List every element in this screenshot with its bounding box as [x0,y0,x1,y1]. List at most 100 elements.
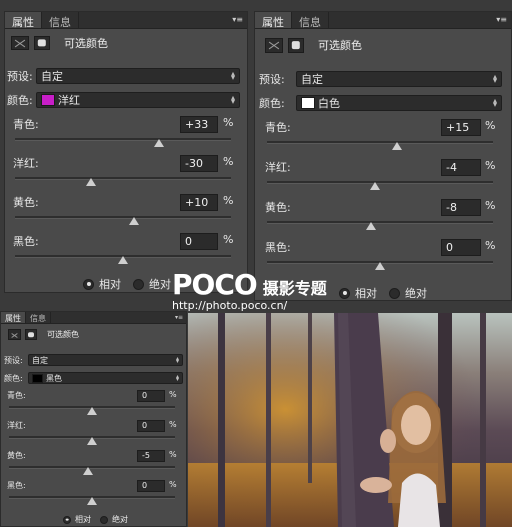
percent-unit: % [169,420,177,429]
slider-thumb[interactable] [86,178,96,186]
slider-thumb[interactable] [154,139,164,147]
slider-value-input[interactable]: 0 [137,480,165,492]
panel-header: 可选颜色 [8,329,79,340]
select-arrows-icon: ▴ ▾ [230,92,235,106]
tab-info[interactable]: 信息 [26,312,51,323]
panel-tabs: 属性 信息 ▾≡ [5,12,247,29]
slider-label: 洋红: [13,157,39,170]
select-arrows-icon: ▴ ▾ [230,68,235,82]
watermark-brand: POCO [172,268,258,301]
slider-value-input[interactable]: 0 [180,233,218,250]
preset-select[interactable]: 自定 ▴ ▾ [28,354,183,366]
poco-watermark: POCO 摄影专题 http://photo.poco.cn/ [172,268,327,312]
percent-unit: % [223,155,234,168]
preset-value: 自定 [301,73,323,86]
slider-label: 青色: [13,118,39,131]
absolute-radio[interactable] [100,515,108,524]
relative-radio[interactable] [339,287,350,299]
absolute-radio[interactable] [389,287,400,299]
color-select[interactable]: 黑色 ▴ ▾ [28,372,183,384]
slider-thumb[interactable] [87,497,97,505]
slider-track[interactable] [15,138,231,141]
mode-radio-group: 相对 绝对 [339,285,427,300]
slider-label: 黑色: [265,241,291,254]
color-value: 白色 [318,97,340,110]
percent-unit: % [169,450,177,459]
slider-label: 青色: [7,391,26,400]
tab-info[interactable]: 信息 [42,12,79,29]
slider-label: 黄色: [265,201,291,214]
color-label: 颜色: [7,94,33,107]
slider-thumb[interactable] [370,182,380,190]
slider-track[interactable] [15,177,231,180]
slider-label: 青色: [265,121,291,134]
panel-menu-icon[interactable]: ▾≡ [492,12,511,28]
relative-label: 相对 [75,515,91,524]
slider-value-input[interactable]: +15 [441,119,481,136]
preset-select[interactable]: 自定 ▴ ▾ [296,71,502,87]
slider-track[interactable] [267,181,493,184]
slider-thumb[interactable] [392,142,402,150]
select-arrows-icon: ▴ ▾ [175,354,179,365]
absolute-label: 绝对 [405,287,427,300]
slider-thumb[interactable] [366,222,376,230]
slider-track[interactable] [15,216,231,219]
slider-row: 黄色: +10% [5,194,247,233]
slider-value-input[interactable]: -30 [180,155,218,172]
percent-unit: % [169,390,177,399]
tab-properties[interactable]: 属性 [5,12,42,29]
slider-thumb[interactable] [83,467,93,475]
tab-properties[interactable]: 属性 [255,12,292,29]
mask-icon[interactable] [34,36,50,50]
color-select[interactable]: 白色 ▴ ▾ [296,95,502,111]
absolute-radio[interactable] [133,278,144,290]
mask-icon[interactable] [288,37,304,53]
slider-row: 青色: +15% [255,119,511,159]
percent-unit: % [223,116,234,129]
slider-thumb[interactable] [118,256,128,264]
slider-row: 洋红: -30% [5,155,247,194]
slider-track[interactable] [267,221,493,224]
slider-value-input[interactable]: -8 [441,199,481,216]
panel-title: 可选颜色 [318,39,362,52]
relative-radio[interactable] [83,278,94,290]
slider-thumb[interactable] [129,217,139,225]
slider-value-input[interactable]: +10 [180,194,218,211]
watermark-url: http://photo.poco.cn/ [172,299,288,312]
panel-menu-icon[interactable]: ▾≡ [172,312,186,323]
slider-value-input[interactable]: -5 [137,450,165,462]
color-swatch [301,97,315,109]
slider-thumb[interactable] [375,262,385,270]
slider-thumb[interactable] [87,437,97,445]
slider-row: 黑色: 0% [1,480,186,510]
percent-unit: % [223,194,234,207]
properties-panel-white: 属性 信息 ▾≡ 可选颜色 预设: 自定 ▴ ▾ 颜色: 白色 ▴ ▾ 青色: +15… [254,11,512,301]
panel-menu-icon[interactable]: ▾≡ [228,12,247,28]
slider-label: 黑色: [13,235,39,248]
slider-track[interactable] [267,141,493,144]
color-select[interactable]: 洋红 ▴ ▾ [36,92,240,108]
slider-value-input[interactable]: -4 [441,159,481,176]
adjustment-icon [11,36,29,50]
watermark-subtitle: 摄影专题 [262,279,327,298]
preset-select[interactable]: 自定 ▴ ▾ [36,68,240,84]
adjustment-icon [265,37,283,53]
slider-row: 黑色: 0% [5,233,247,272]
mode-radio-group: 相对 绝对 [63,514,128,525]
color-swatch [32,373,43,383]
tab-info[interactable]: 信息 [292,12,329,29]
slider-value-input[interactable]: +33 [180,116,218,133]
panel-header: 可选颜色 [11,35,108,51]
slider-value-input[interactable]: 0 [137,390,165,402]
absolute-label: 绝对 [149,278,171,291]
slider-thumb[interactable] [87,407,97,415]
slider-value-input[interactable]: 0 [441,239,481,256]
color-label: 颜色: [4,373,23,383]
adjustment-icon [8,329,21,340]
slider-value-input[interactable]: 0 [137,420,165,432]
relative-radio[interactable] [63,515,71,524]
mask-icon[interactable] [25,329,37,340]
preset-value: 自定 [32,355,48,365]
tab-properties[interactable]: 属性 [1,312,26,323]
panel-tabs: 属性 信息 ▾≡ [1,312,186,324]
